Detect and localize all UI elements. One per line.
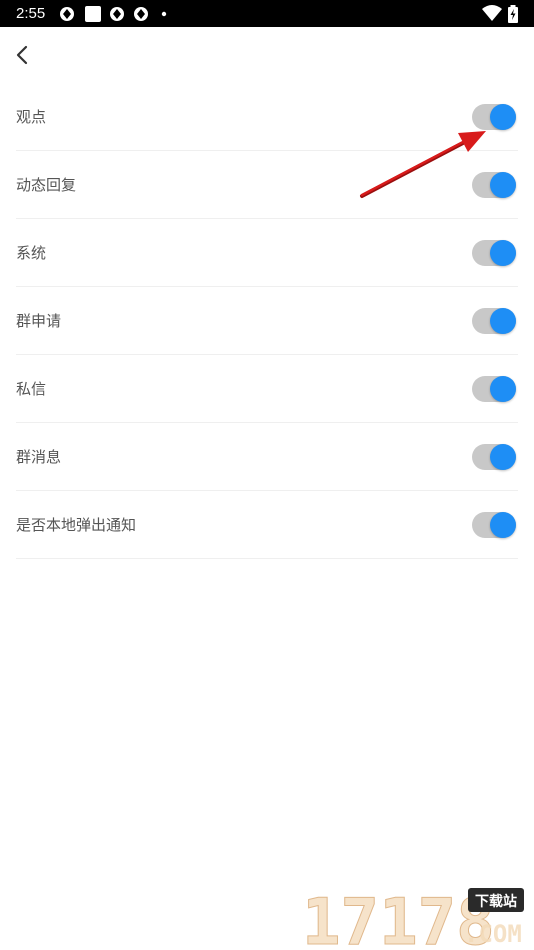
toggle-knob xyxy=(490,103,516,130)
setting-label: 是否本地弹出通知 xyxy=(16,516,137,534)
dot-icon xyxy=(161,11,167,17)
sync-icon xyxy=(110,7,124,21)
group-message-toggle[interactable] xyxy=(472,443,516,470)
status-bar: 2:55 xyxy=(0,0,534,27)
notification-settings-list: 观点 动态回复 系统 群申请 私信 群消息 是否本地弹出通知 xyxy=(16,83,518,559)
setting-row-local-popup: 是否本地弹出通知 xyxy=(16,491,518,559)
setting-label: 群申请 xyxy=(16,312,62,330)
setting-label: 私信 xyxy=(16,380,47,398)
sync-icon xyxy=(134,7,148,21)
toggle-knob xyxy=(490,375,516,402)
watermark-domain: .COM xyxy=(464,920,522,948)
watermark-badge: 下载站 xyxy=(475,893,517,910)
setting-row-group-message: 群消息 xyxy=(16,423,518,491)
setting-label: 动态回复 xyxy=(16,176,77,194)
setting-row-system: 系统 xyxy=(16,219,518,287)
sync-icon xyxy=(60,7,74,21)
toggle-knob xyxy=(490,511,516,538)
group-request-toggle[interactable] xyxy=(472,307,516,334)
toggle-knob xyxy=(490,239,516,266)
toggle-knob xyxy=(490,443,516,470)
private-message-toggle[interactable] xyxy=(472,375,516,402)
activity-reply-toggle[interactable] xyxy=(472,171,516,198)
square-icon xyxy=(85,6,101,22)
setting-row-viewpoint: 观点 xyxy=(16,83,518,151)
setting-label: 系统 xyxy=(16,244,47,262)
toggle-knob xyxy=(490,307,516,334)
back-button[interactable] xyxy=(8,37,36,73)
top-app-bar xyxy=(0,27,534,83)
site-watermark: 17178 下载站 .COM xyxy=(302,886,524,948)
status-time: 2:55 xyxy=(16,5,46,22)
system-toggle[interactable] xyxy=(472,239,516,266)
setting-label: 群消息 xyxy=(16,448,62,466)
viewpoint-toggle[interactable] xyxy=(472,103,516,130)
wifi-icon xyxy=(482,5,502,21)
setting-row-group-request: 群申请 xyxy=(16,287,518,355)
toggle-knob xyxy=(490,171,516,198)
setting-row-activity-reply: 动态回复 xyxy=(16,151,518,219)
setting-row-private-message: 私信 xyxy=(16,355,518,423)
battery-charging-icon xyxy=(508,5,518,23)
local-popup-toggle[interactable] xyxy=(472,511,516,538)
setting-label: 观点 xyxy=(16,108,47,126)
chevron-left-icon xyxy=(16,45,28,65)
